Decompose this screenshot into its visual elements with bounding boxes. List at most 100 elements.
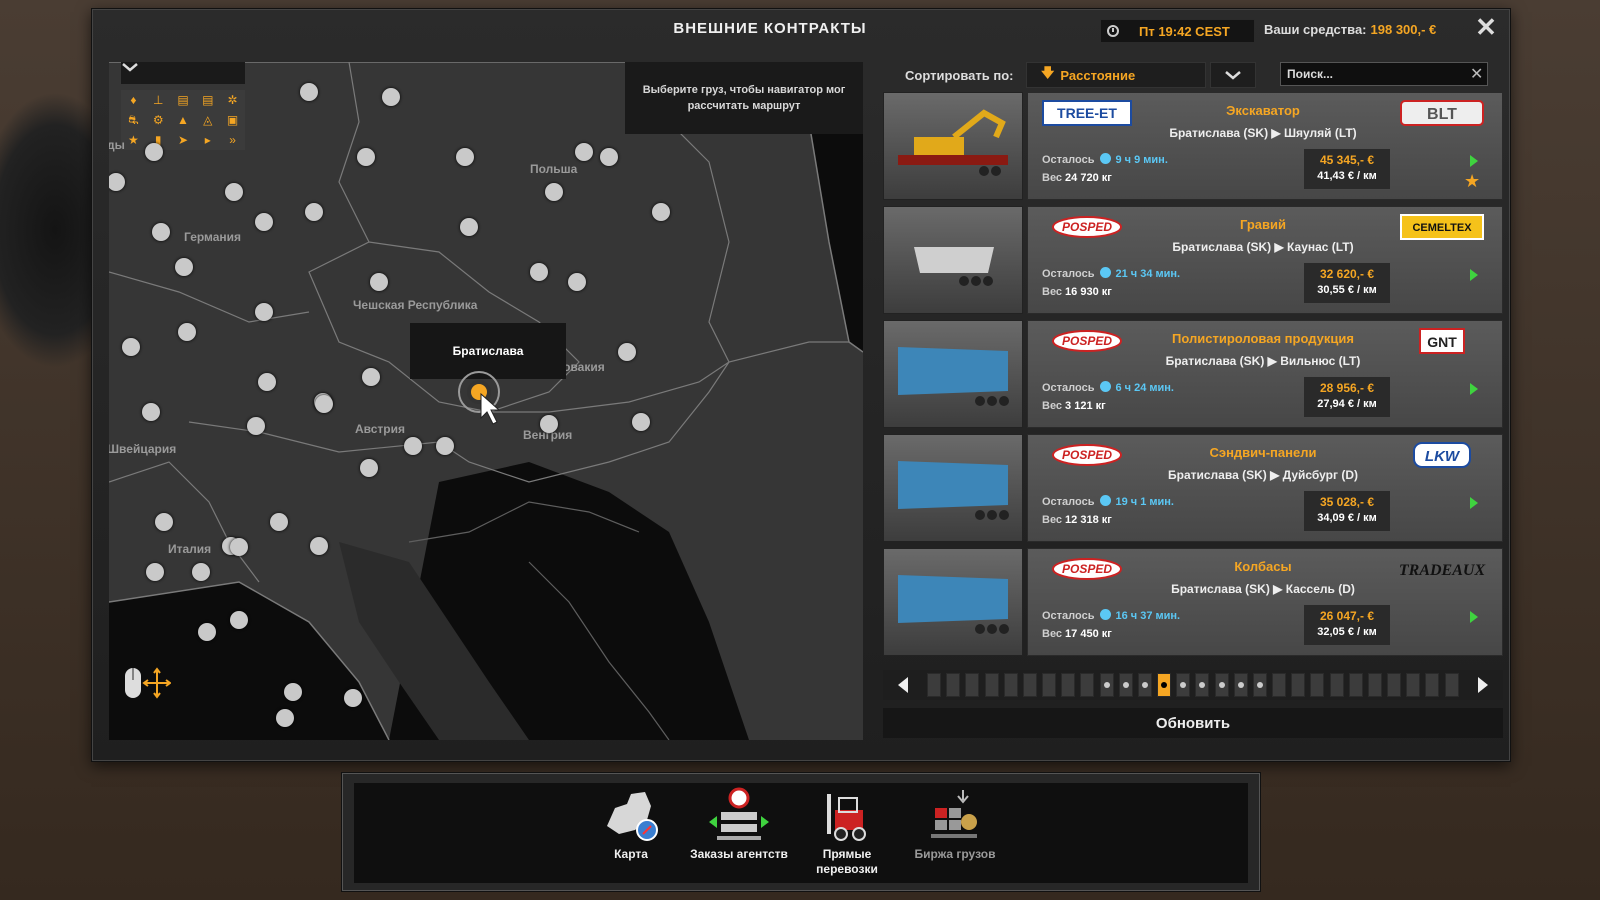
bulk-filter-icon[interactable]: ▣ [227, 113, 238, 127]
pager-page[interactable] [1310, 673, 1325, 697]
city-dot[interactable] [258, 373, 276, 391]
city-dot[interactable] [175, 258, 193, 276]
city-dot[interactable] [270, 513, 288, 531]
pager-page[interactable] [965, 673, 980, 697]
job-card[interactable]: POSPED Гравий CEMELTEX Братислава (SK) ▶… [1027, 206, 1503, 314]
city-dot[interactable] [225, 183, 243, 201]
city-dot[interactable] [122, 338, 140, 356]
fast-filter-icon[interactable]: » [229, 133, 236, 147]
nav-map[interactable]: Карта [576, 783, 686, 883]
hazard-filter-icon[interactable]: ▲ [177, 113, 189, 127]
city-dot[interactable] [247, 417, 265, 435]
pager-page[interactable] [1022, 673, 1037, 697]
accept-arrow-icon[interactable] [1470, 383, 1478, 395]
city-dot[interactable] [255, 303, 273, 321]
city-dot[interactable] [315, 395, 333, 413]
city-dot[interactable] [146, 563, 164, 581]
pager-page[interactable] [1272, 673, 1287, 697]
city-dot[interactable] [344, 689, 362, 707]
refresh-button[interactable]: Обновить [883, 708, 1503, 738]
pager-page[interactable] [1444, 673, 1459, 697]
filters-toggle[interactable] [121, 62, 245, 84]
city-dot[interactable] [192, 563, 210, 581]
pager-page[interactable] [1406, 673, 1421, 697]
city-dot[interactable] [178, 323, 196, 341]
city-dot[interactable] [142, 403, 160, 421]
pager-prev-button[interactable] [883, 670, 923, 700]
city-dot[interactable] [152, 223, 170, 241]
job-row[interactable]: POSPED Колбасы TRADEAUX Братислава (SK) … [883, 548, 1503, 656]
city-dot[interactable] [568, 273, 586, 291]
sort-select[interactable]: 🡇 Расстояние [1026, 62, 1206, 88]
pager-page[interactable] [1348, 673, 1363, 697]
pager-page[interactable] [1214, 673, 1229, 697]
pager-page[interactable] [1291, 673, 1306, 697]
city-dot[interactable] [652, 203, 670, 221]
gear-filter-icon[interactable]: ⚙ [153, 113, 164, 127]
city-dot[interactable] [382, 88, 400, 106]
sort-dropdown-button[interactable] [1210, 62, 1256, 88]
machinery-filter-icon[interactable]: ⛐ [128, 113, 138, 127]
city-dot[interactable] [460, 218, 478, 236]
job-card[interactable]: POSPED Сэндвич-панели LKW Братислава (SK… [1027, 434, 1503, 542]
nav-direct-transport[interactable]: Прямые перевозки [792, 783, 902, 883]
accept-arrow-icon[interactable] [1470, 155, 1478, 167]
city-dot[interactable] [357, 148, 375, 166]
job-card[interactable]: POSPED Колбасы TRADEAUX Братислава (SK) … [1027, 548, 1503, 656]
job-row[interactable]: POSPED Сэндвич-панели LKW Братислава (SK… [883, 434, 1503, 542]
valuable-filter-icon[interactable]: ★ [128, 133, 139, 147]
fluid-filter-icon[interactable]: ♦ [130, 93, 136, 107]
city-dot[interactable] [255, 213, 273, 231]
pager-page[interactable] [984, 673, 999, 697]
pager-page[interactable] [946, 673, 961, 697]
city-dot[interactable] [284, 683, 302, 701]
city-dot[interactable] [530, 263, 548, 281]
accept-arrow-icon[interactable] [1470, 269, 1478, 281]
city-dot[interactable] [145, 143, 163, 161]
pager-page[interactable] [1118, 673, 1133, 697]
city-dot[interactable] [600, 148, 618, 166]
pager-page[interactable] [1367, 673, 1382, 697]
city-dot[interactable] [632, 413, 650, 431]
express-filter-icon[interactable]: ➤ [178, 133, 188, 147]
city-dot[interactable] [545, 183, 563, 201]
pager-page[interactable] [1329, 673, 1344, 697]
city-dot[interactable] [230, 538, 248, 556]
clear-search-icon[interactable]: ✕ [1470, 64, 1483, 84]
job-row[interactable]: TREE-ET Экскаватор BLT Братислава (SK) ▶… [883, 92, 1503, 200]
frozen-filter-icon[interactable]: ✲ [228, 93, 238, 107]
city-dot[interactable] [575, 143, 593, 161]
pager-page[interactable] [1387, 673, 1402, 697]
nav-agency-orders[interactable]: Заказы агентств [684, 783, 794, 883]
pager-page[interactable] [1233, 673, 1248, 697]
container-filter-icon[interactable]: ▤ [177, 93, 188, 107]
nav-freight-market[interactable]: Биржа грузов [900, 783, 1010, 883]
pager-page[interactable] [1099, 673, 1114, 697]
pager-page[interactable] [927, 673, 941, 697]
crane-filter-icon[interactable]: ⊥ [153, 93, 163, 107]
pager-page[interactable] [1061, 673, 1076, 697]
city-dot[interactable] [370, 273, 388, 291]
city-dot[interactable] [456, 148, 474, 166]
city-dot[interactable] [276, 709, 294, 727]
adr-filter-icon[interactable]: ◬ [203, 113, 212, 127]
container-filter-icon[interactable]: ▤ [202, 93, 213, 107]
accept-arrow-icon[interactable] [1470, 611, 1478, 623]
city-dot[interactable] [618, 343, 636, 361]
pager-page[interactable] [1252, 673, 1267, 697]
job-row[interactable]: POSPED Гравий CEMELTEX Братислава (SK) ▶… [883, 206, 1503, 314]
europe-map[interactable]: Выберите груз, чтобы навигатор мог рассч… [109, 62, 863, 740]
city-dot[interactable] [404, 437, 422, 455]
city-dot[interactable] [436, 437, 454, 455]
pager-page[interactable] [1176, 673, 1191, 697]
city-dot[interactable] [305, 203, 323, 221]
city-dot[interactable] [300, 83, 318, 101]
pager-page[interactable] [1042, 673, 1057, 697]
city-dot[interactable] [198, 623, 216, 641]
city-dot[interactable] [310, 537, 328, 555]
city-dot[interactable] [540, 415, 558, 433]
job-card[interactable]: TREE-ET Экскаватор BLT Братислава (SK) ▶… [1027, 92, 1503, 200]
arrow-filter-icon[interactable]: ▸ [205, 133, 211, 147]
pager-page[interactable] [1003, 673, 1018, 697]
pager-page[interactable] [1157, 673, 1172, 697]
